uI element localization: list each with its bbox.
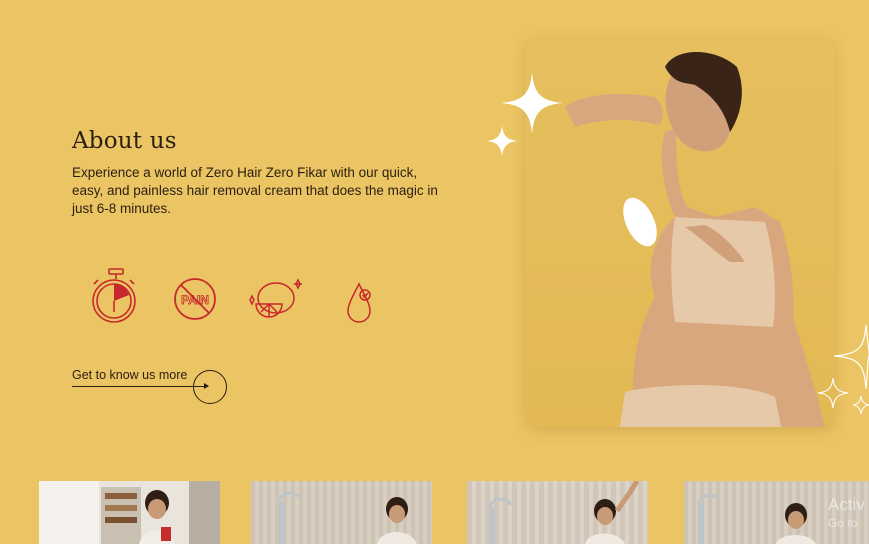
lemon-icon [246,278,304,326]
cta-underline [72,386,208,387]
hero-image [525,37,835,427]
drop-icon [344,280,374,326]
sparkle-outline-icon [853,396,869,414]
gallery-image[interactable] [467,481,648,544]
product-gallery [0,481,869,544]
sparkle-icon [486,125,518,157]
arrow-right-icon [204,383,209,389]
gallery-image[interactable] [39,481,220,544]
sparkle-outline-icon [818,378,848,408]
watermark-line-2: Go to [828,516,858,530]
about-description: Experience a world of Zero Hair Zero Fik… [72,165,438,216]
stopwatch-icon [88,266,144,328]
cta-arrow-button[interactable] [193,370,227,404]
about-title: About us [72,128,177,154]
get-to-know-us-link[interactable]: Get to know us more [72,368,187,382]
windows-activation-watermark: Activ Go to [828,494,865,530]
no-pain-label: PAIN [181,293,209,307]
gallery-image[interactable] [251,481,432,544]
watermark-line-1: Activ [828,495,865,514]
no-pain-icon: PAIN [172,276,218,322]
